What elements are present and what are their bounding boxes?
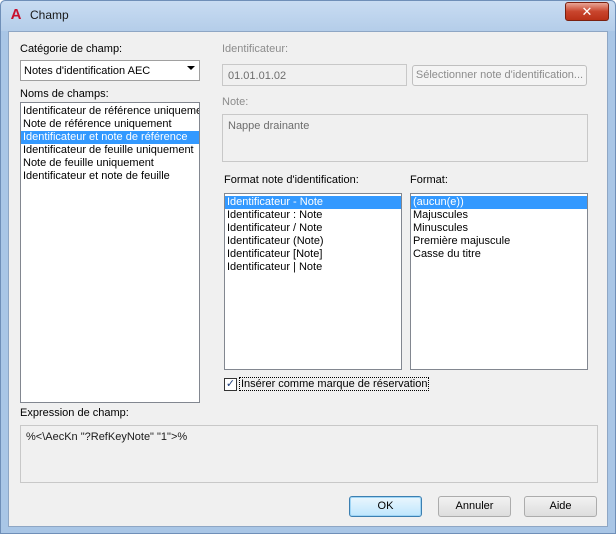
insert-placeholder-checkbox[interactable]: ✓ [224, 378, 237, 391]
list-item[interactable]: Identificateur et note de feuille [21, 170, 199, 183]
list-item[interactable]: Identificateur - Note [225, 196, 401, 209]
insert-placeholder-label[interactable]: Insérer comme marque de réservation [239, 377, 430, 391]
list-item[interactable]: Majuscules [411, 209, 587, 222]
dialog-window: A Champ ✕ Catégorie de champ: Notes d'id… [0, 0, 616, 534]
note-label: Note: [222, 96, 249, 108]
select-note-button[interactable]: Sélectionner note d'identification... [412, 65, 587, 86]
note-field: Nappe drainante [222, 114, 588, 162]
close-icon: ✕ [581, 4, 593, 19]
window-title: Champ [30, 8, 69, 22]
identifier-field: 01.01.01.02 [222, 64, 407, 86]
list-item[interactable]: Identificateur et note de référence [21, 131, 199, 144]
field-names-label: Noms de champs: [20, 88, 109, 100]
list-item[interactable]: Première majuscule [411, 235, 587, 248]
identifier-value: 01.01.01.02 [228, 70, 287, 82]
category-combo[interactable]: Notes d'identification AEC [20, 60, 200, 81]
format-note-label: Format note d'identification: [224, 174, 359, 186]
category-label: Catégorie de champ: [20, 43, 123, 55]
list-item[interactable]: Note de référence uniquement [21, 118, 199, 131]
autocad-a-icon: A [10, 6, 22, 23]
note-value: Nappe drainante [228, 120, 310, 132]
list-item[interactable]: Identificateur de feuille uniquement [21, 144, 199, 157]
chevron-down-icon [187, 66, 195, 70]
expression-value: %<\AecKn "?RefKeyNote" "1">% [26, 431, 188, 443]
list-item[interactable]: Casse du titre [411, 248, 587, 261]
expression-label: Expression de champ: [20, 407, 129, 419]
format-list[interactable]: (aucun(e)) Majuscules Minuscules Premièr… [410, 193, 588, 370]
format-label: Format: [410, 174, 448, 186]
list-item[interactable]: Identificateur de référence uniquement [21, 105, 199, 118]
list-item[interactable]: Identificateur [Note] [225, 248, 401, 261]
identifier-label: Identificateur: [222, 43, 289, 55]
list-item[interactable]: Identificateur : Note [225, 209, 401, 222]
list-item[interactable]: Identificateur | Note [225, 261, 401, 274]
list-item[interactable]: Minuscules [411, 222, 587, 235]
expression-field: %<\AecKn "?RefKeyNote" "1">% [20, 425, 598, 483]
list-item[interactable]: (aucun(e)) [411, 196, 587, 209]
title-bar[interactable]: A Champ ✕ [1, 1, 615, 31]
checkmark-icon: ✓ [225, 378, 236, 390]
category-value: Notes d'identification AEC [24, 65, 151, 77]
dialog-client: Catégorie de champ: Notes d'identificati… [8, 31, 608, 527]
list-item[interactable]: Identificateur (Note) [225, 235, 401, 248]
list-item[interactable]: Identificateur / Note [225, 222, 401, 235]
ok-button[interactable]: OK [349, 496, 422, 517]
close-button[interactable]: ✕ [565, 2, 609, 21]
help-button[interactable]: Aide [524, 496, 597, 517]
cancel-button[interactable]: Annuler [438, 496, 511, 517]
list-item[interactable]: Note de feuille uniquement [21, 157, 199, 170]
field-names-list[interactable]: Identificateur de référence uniquement N… [20, 102, 200, 403]
format-note-list[interactable]: Identificateur - Note Identificateur : N… [224, 193, 402, 370]
